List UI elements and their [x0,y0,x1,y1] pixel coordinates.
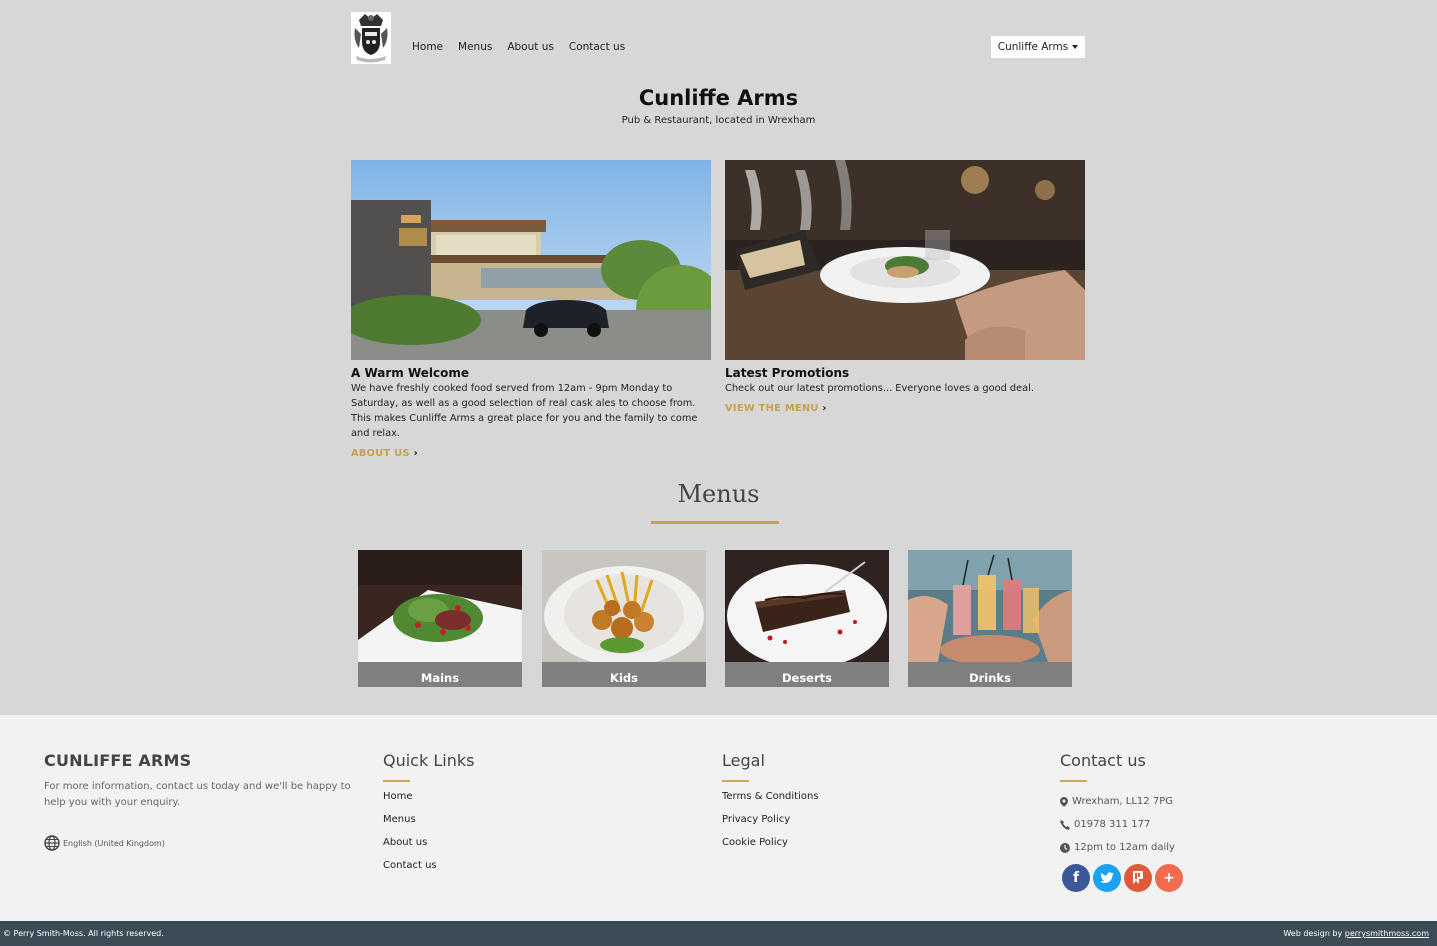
contact-phone[interactable]: 01978 311 177 [1060,814,1183,837]
footer-link-contact-us[interactable]: Contact us [383,860,474,883]
map-marker-icon [1060,797,1068,807]
site-footer: CUNLIFFE ARMS For more information, cont… [0,715,1437,921]
bottom-bar: © Perry Smith-Moss. All rights reserved.… [0,921,1437,946]
chocolate-cake-photo [725,550,889,662]
feature-card-welcome: A Warm Welcome We have freshly cooked fo… [351,160,711,460]
contact-address: Wrexham, LL12 7PG [1060,791,1183,814]
menu-tile-label: Drinks [908,662,1072,687]
quick-links-heading: Quick Links [383,751,475,770]
restaurant-dining-photo [725,160,1085,360]
facebook-icon[interactable]: f [1062,863,1090,892]
menu-tile-kids[interactable]: Kids [542,550,706,687]
footer-link-home[interactable]: Home [383,791,474,814]
menus-heading: Menus [677,480,760,508]
cocktails-photo [908,550,1072,662]
footer-description: For more information, contact us today a… [44,781,351,808]
globe-icon [44,835,60,851]
address-text: Wrexham, LL12 7PG [1072,796,1173,807]
footer-quick-links: Quick Links Home Menus About us Contact … [383,751,474,883]
legal-heading: Legal [722,751,765,770]
feature-title: Latest Promotions [725,366,850,380]
feature-text: Check out our latest promotions... Every… [725,383,1034,394]
page-subtitle: Pub & Restaurant, located in Wrexham [621,115,816,126]
phone-icon [1060,820,1070,830]
social-links: f + [1062,863,1183,892]
feature-card-promotions: Latest Promotions Check out our latest p… [725,160,1085,415]
page-title: Cunliffe Arms [638,86,799,110]
footer-brand: CUNLIFFE ARMS [44,751,192,770]
menu-tile-label: Kids [542,662,706,687]
menus-heading-underline [651,521,779,524]
about-us-link[interactable]: ABOUT US › [351,448,418,459]
chevron-right-icon: › [822,403,827,414]
nav-menus[interactable]: Menus [458,41,492,53]
hours-text: 12pm to 12am daily [1074,842,1175,853]
footer-link-cookie[interactable]: Cookie Policy [722,837,819,860]
menu-tile-label: Mains [358,662,522,687]
footer-about: CUNLIFFE ARMS For more information, cont… [44,751,364,851]
menu-tile-mains[interactable]: Mains [358,550,522,687]
add-icon[interactable]: + [1155,863,1183,892]
twitter-icon[interactable] [1093,863,1121,892]
menu-tile-drinks[interactable]: Drinks [908,550,1072,687]
contact-heading: Contact us [1060,751,1146,770]
main-nav: Home Menus About us Contact us [412,41,640,53]
pub-building-photo [351,160,711,360]
nuggets-fries-photo [542,550,706,662]
language-label: English (United Kingdom) [63,838,165,848]
menu-tile-deserts[interactable]: Deserts [725,550,889,687]
contact-hours: 12pm to 12am daily [1060,837,1183,860]
nav-about-us[interactable]: About us [507,41,554,53]
location-dropdown-label: Cunliffe Arms [997,41,1069,53]
heading-underline [1060,780,1087,782]
salad-dish-photo [358,550,522,662]
footer-legal: Legal Terms & Conditions Privacy Policy … [722,751,819,860]
credit-link[interactable]: perrysmithmoss.com [1345,929,1429,938]
feature-text: We have freshly cooked food served from … [351,383,698,439]
nav-contact-us[interactable]: Contact us [569,41,625,53]
credit: Web design by perrysmithmoss.com [1283,929,1429,938]
phone-text: 01978 311 177 [1074,819,1151,830]
footer-contact: Contact us Wrexham, LL12 7PG 01978 311 1… [1060,751,1183,892]
location-dropdown[interactable]: Cunliffe Arms [991,36,1085,58]
clock-icon [1060,843,1070,853]
footer-link-privacy[interactable]: Privacy Policy [722,814,819,837]
site-header: Home Menus About us Contact us Cunliffe … [351,12,1085,64]
chevron-right-icon: › [413,448,418,459]
language-selector[interactable]: English (United Kingdom) [44,835,364,851]
footer-link-about-us[interactable]: About us [383,837,474,860]
credit-prefix: Web design by [1283,929,1345,938]
copyright-text: © Perry Smith-Moss. All rights reserved. [3,929,164,938]
footer-link-menus[interactable]: Menus [383,814,474,837]
heading-underline [722,780,749,782]
footer-link-terms[interactable]: Terms & Conditions [722,791,819,814]
view-menu-link-label: VIEW THE MENU [725,403,819,414]
about-us-link-label: ABOUT US [351,448,410,459]
menu-tile-label: Deserts [725,662,889,687]
view-menu-link[interactable]: VIEW THE MENU › [725,403,827,414]
feature-title: A Warm Welcome [351,366,470,380]
foursquare-icon[interactable] [1124,863,1152,892]
coat-of-arms-logo-icon[interactable] [351,12,391,64]
heading-underline [383,780,410,782]
caret-down-icon [1072,45,1079,49]
nav-home[interactable]: Home [412,41,443,53]
